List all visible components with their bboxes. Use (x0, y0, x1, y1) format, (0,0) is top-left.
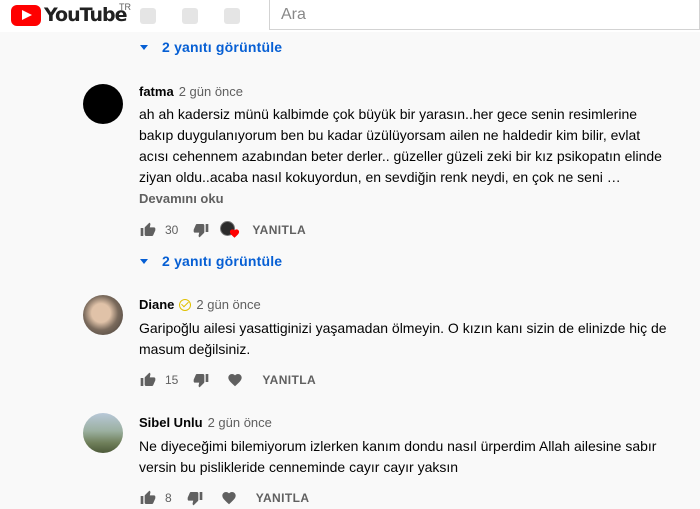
search-input[interactable] (270, 0, 699, 29)
comment-text: Ne diyeceğimi bilemiyorum izlerken kanım… (139, 436, 684, 478)
dislike-button[interactable] (192, 221, 210, 239)
faded-heart-icon (224, 8, 240, 24)
read-more-link[interactable]: Devamını oku (139, 191, 224, 206)
like-button[interactable] (139, 489, 157, 507)
thumbs-up-icon (140, 222, 156, 236)
avatar[interactable] (83, 413, 123, 453)
comment-line: ah ah kadersiz münü kalbimde çok büyük b… (139, 106, 638, 122)
faded-toolbar-icons (140, 8, 240, 24)
comment-line: ziyan oldu..acaba nasıl kokuyordun, en s… (139, 169, 621, 185)
comment-text: ah ah kadersiz münü kalbimde çok büyük b… (139, 104, 684, 188)
comment-time[interactable]: 2 gün önce (196, 297, 260, 312)
comment-line: Ne diyeceğimi bilemiyorum izlerken kanım… (139, 438, 657, 454)
comment-actions: 15 YANITLA (139, 371, 316, 389)
comment-header: fatma 2 gün önce (139, 84, 243, 99)
reply-button[interactable]: YANITLA (262, 373, 316, 387)
comment-line: bakıp duygulanıyorum ben bu kadar üzülüy… (139, 127, 641, 143)
comment-actions: 8 YANITLA (139, 489, 309, 507)
youtube-play-icon (11, 4, 41, 26)
dislike-button[interactable] (192, 371, 210, 389)
dislike-button[interactable] (186, 489, 204, 507)
like-count: 8 (165, 491, 172, 505)
caret-down-icon (140, 44, 148, 50)
comment-author[interactable]: Sibel Unlu (139, 415, 203, 430)
thumbs-up-icon (140, 372, 156, 386)
youtube-logo[interactable]: YouTube TR (11, 2, 131, 26)
thumbs-down-icon (194, 374, 209, 388)
comment-line: masum değilsiniz. (139, 341, 251, 357)
comment-actions: 30 YANITLA (139, 221, 306, 239)
faded-like-icon (140, 8, 156, 24)
like-button[interactable] (139, 371, 157, 389)
creator-heart (220, 220, 240, 240)
heart-icon (230, 229, 240, 238)
view-replies-link[interactable]: 2 yanıtı görüntüle (140, 39, 282, 55)
caret-down-icon (140, 258, 148, 264)
comment-line: acısı cehennem azabından beter derler.. … (139, 148, 662, 164)
verified-badge-icon (179, 298, 192, 311)
view-replies-label: 2 yanıtı görüntüle (162, 39, 283, 55)
country-code: TR (119, 2, 131, 12)
reply-button[interactable]: YANITLA (256, 491, 310, 505)
logo-wordmark: YouTube (44, 4, 127, 26)
heart-icon (222, 492, 236, 505)
thumbs-down-icon (194, 224, 209, 238)
reply-button[interactable]: YANITLA (252, 223, 306, 237)
thumbs-up-icon (140, 490, 156, 504)
comment-time[interactable]: 2 gün önce (179, 84, 243, 99)
comment-header: Sibel Unlu 2 gün önce (139, 415, 272, 430)
comment-line: versin bu pislikleride cenneminde cayır … (139, 459, 459, 475)
comment-text: Garipoğlu ailesi yasattiginizi yaşamadan… (139, 318, 684, 360)
like-count: 15 (165, 373, 179, 387)
masthead: YouTube TR (0, 0, 700, 32)
heart-button[interactable] (226, 371, 244, 389)
search-box[interactable] (269, 0, 700, 30)
comment-author[interactable]: Diane (139, 297, 174, 312)
heart-icon (228, 374, 243, 387)
thumbs-down-icon (187, 492, 203, 506)
comment-header: Diane 2 gün önce (139, 297, 261, 312)
heart-button[interactable] (220, 489, 238, 507)
faded-dislike-icon (182, 8, 198, 24)
view-replies-label: 2 yanıtı görüntüle (162, 253, 283, 269)
comment-time[interactable]: 2 gün önce (208, 415, 272, 430)
avatar[interactable] (83, 295, 123, 335)
avatar[interactable] (83, 84, 123, 124)
comment-author[interactable]: fatma (139, 84, 174, 99)
like-count: 30 (165, 223, 179, 237)
comment-line: Garipoğlu ailesi yasattiginizi yaşamadan… (139, 320, 667, 336)
view-replies-link[interactable]: 2 yanıtı görüntüle (140, 253, 282, 269)
like-button[interactable] (139, 221, 157, 239)
